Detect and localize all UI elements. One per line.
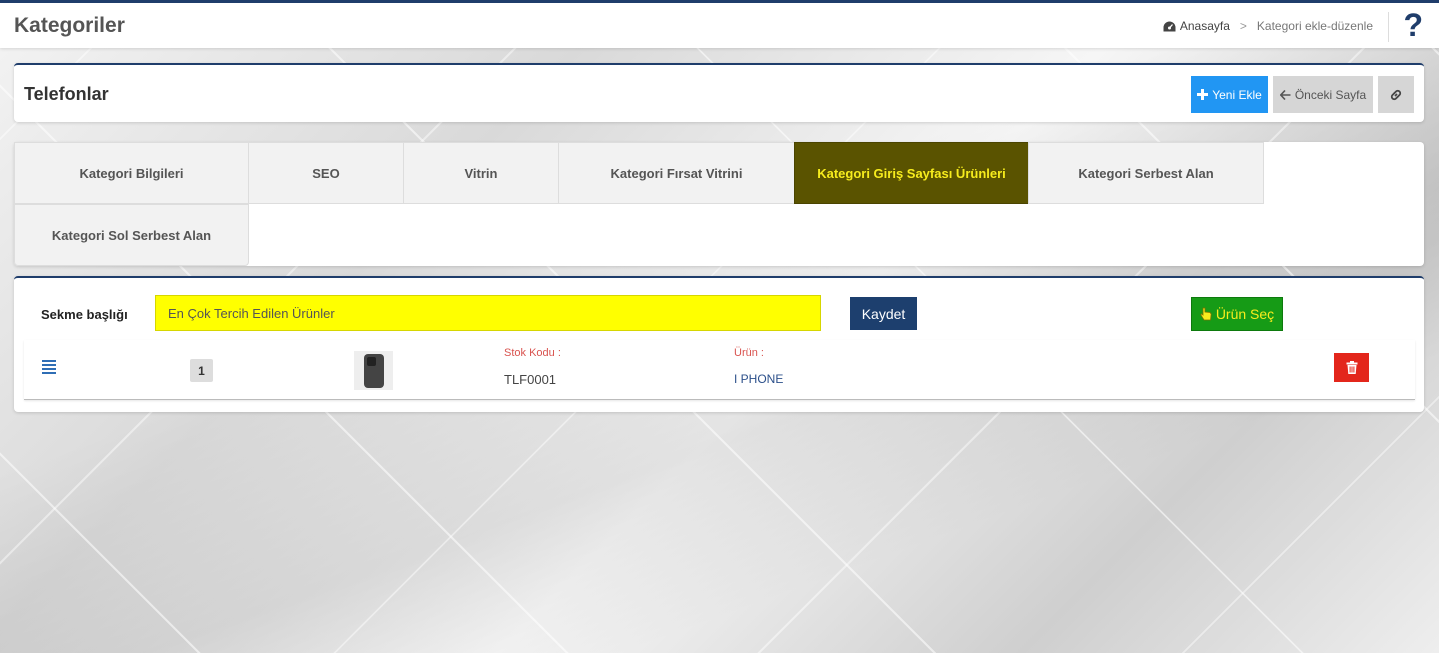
dashboard-icon — [1163, 21, 1176, 31]
previous-page-button[interactable]: Önceki Sayfa — [1273, 76, 1373, 113]
product-thumbnail — [354, 351, 393, 390]
product-row: 1 Stok Kodu : TLF0001 Ürün : I PHONE — [24, 340, 1415, 400]
breadcrumb: Anasayfa > Kategori ekle-düzenle — [1163, 19, 1373, 33]
trash-icon — [1346, 361, 1357, 374]
category-header-card: Telefonlar Yeni Ekle Önceki Sayfa — [14, 63, 1424, 122]
tab-category-info[interactable]: Kategori Bilgileri — [14, 142, 249, 204]
new-button[interactable]: Yeni Ekle — [1191, 76, 1268, 113]
phone-image — [363, 353, 384, 388]
tab-category-left-free-area[interactable]: Kategori Sol Serbest Alan — [14, 204, 249, 266]
tab-category-opportunity-showcase[interactable]: Kategori Fırsat Vitrini — [558, 142, 795, 204]
help-icon[interactable]: ? — [1403, 7, 1423, 44]
link-button[interactable] — [1378, 76, 1414, 113]
save-button[interactable]: Kaydet — [850, 297, 917, 330]
link-icon — [1390, 89, 1402, 100]
tab-showcase[interactable]: Vitrin — [403, 142, 559, 204]
tab-category-free-area[interactable]: Kategori Serbest Alan — [1028, 142, 1264, 204]
plus-icon — [1197, 89, 1209, 100]
breadcrumb-home[interactable]: Anasayfa — [1163, 19, 1230, 33]
drag-handle-icon[interactable] — [42, 360, 56, 376]
stock-code-value: TLF0001 — [504, 372, 557, 387]
top-bar: Kategoriler Anasayfa > Kategori ekle-düz… — [0, 0, 1439, 48]
select-product-label: Ürün Seç — [1215, 306, 1275, 322]
product-label: Ürün : — [734, 347, 764, 359]
hand-pointer-icon — [1200, 307, 1212, 321]
category-title: Telefonlar — [24, 84, 109, 104]
tab-title-input[interactable] — [155, 295, 821, 331]
arrow-left-icon — [1279, 89, 1291, 100]
tab-title-label: Sekme başlığı — [41, 307, 128, 322]
page-title: Kategoriler — [14, 14, 125, 37]
breadcrumb-home-label: Anasayfa — [1179, 19, 1230, 33]
tab-seo[interactable]: SEO — [248, 142, 404, 204]
landing-products-card: Sekme başlığı Kaydet Ürün Seç 1 Stok Kod… — [14, 276, 1424, 412]
new-button-label: Yeni Ekle — [1212, 87, 1262, 102]
breadcrumb-current: Kategori ekle-düzenle — [1256, 19, 1373, 33]
previous-page-label: Önceki Sayfa — [1294, 87, 1367, 102]
order-badge: 1 — [190, 359, 213, 382]
help-divider — [1388, 12, 1389, 42]
product-name-value: I PHONE — [734, 372, 784, 386]
tab-category-landing-products[interactable]: Kategori Giriş Sayfası Ürünleri — [794, 142, 1029, 204]
delete-button[interactable] — [1334, 353, 1369, 382]
select-product-button[interactable]: Ürün Seç — [1191, 297, 1283, 331]
stock-code-label: Stok Kodu : — [504, 347, 561, 359]
breadcrumb-separator: > — [1239, 19, 1247, 33]
tabs-card: Kategori Bilgileri SEO Vitrin Kategori F… — [14, 142, 1424, 266]
